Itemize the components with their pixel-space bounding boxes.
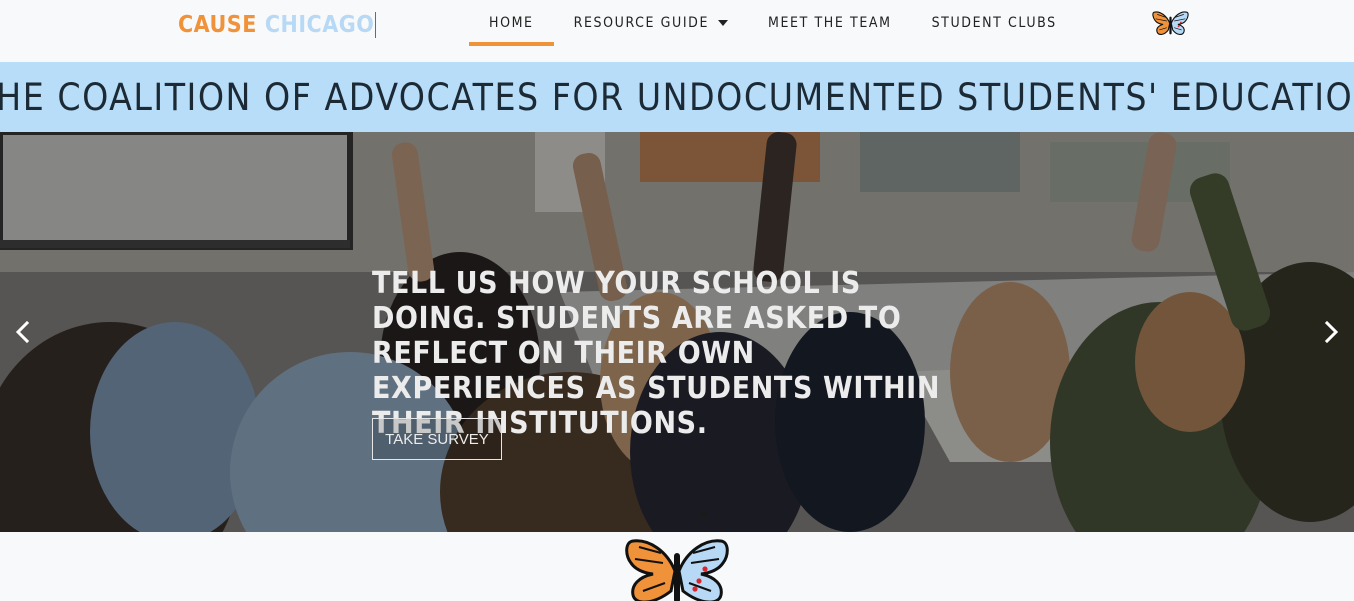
main-nav: HOME RESOURCE GUIDE MEET THE TEAM STUDEN… — [469, 0, 1077, 46]
brand-word-cause: CAUSE — [178, 12, 257, 38]
carousel-indicator-dot[interactable] — [701, 511, 707, 517]
nav-item-home-label: HOME — [489, 15, 534, 31]
brand-word-chicago: CHICAGO — [264, 12, 375, 38]
top-navbar: CAUSE CHICAGO HOME RESOURCE GUIDE MEET T… — [0, 0, 1354, 62]
nav-item-student-clubs[interactable]: STUDENT CLUBS — [912, 0, 1077, 46]
text-cursor — [375, 12, 377, 38]
butterfly-logo-icon — [625, 539, 729, 601]
nav-item-meet-the-team[interactable]: MEET THE TEAM — [748, 0, 912, 46]
nav-item-home[interactable]: HOME — [469, 0, 554, 46]
hero-headline: TELL US HOW YOUR SCHOOL IS DOING. STUDEN… — [372, 266, 941, 441]
brand-logo-link[interactable]: CAUSE CHICAGO — [178, 10, 377, 40]
nav-item-resource-guide[interactable]: RESOURCE GUIDE — [554, 0, 748, 46]
coalition-banner: THE COALITION OF ADVOCATES FOR UNDOCUMEN… — [0, 62, 1354, 132]
banner-title: THE COALITION OF ADVOCATES FOR UNDOCUMEN… — [0, 75, 1354, 119]
nav-item-student-clubs-label: STUDENT CLUBS — [931, 15, 1057, 31]
chevron-right-icon[interactable] — [1319, 320, 1343, 344]
nav-item-meet-the-team-label: MEET THE TEAM — [768, 15, 892, 31]
hero-carousel: TELL US HOW YOUR SCHOOL IS DOING. STUDEN… — [0, 132, 1354, 532]
butterfly-icon[interactable] — [1152, 9, 1189, 39]
caret-down-icon — [718, 20, 729, 26]
chevron-left-icon[interactable] — [11, 320, 35, 344]
take-survey-button[interactable]: TAKE SURVEY — [372, 418, 502, 460]
nav-item-resource-guide-label: RESOURCE GUIDE — [573, 15, 710, 31]
